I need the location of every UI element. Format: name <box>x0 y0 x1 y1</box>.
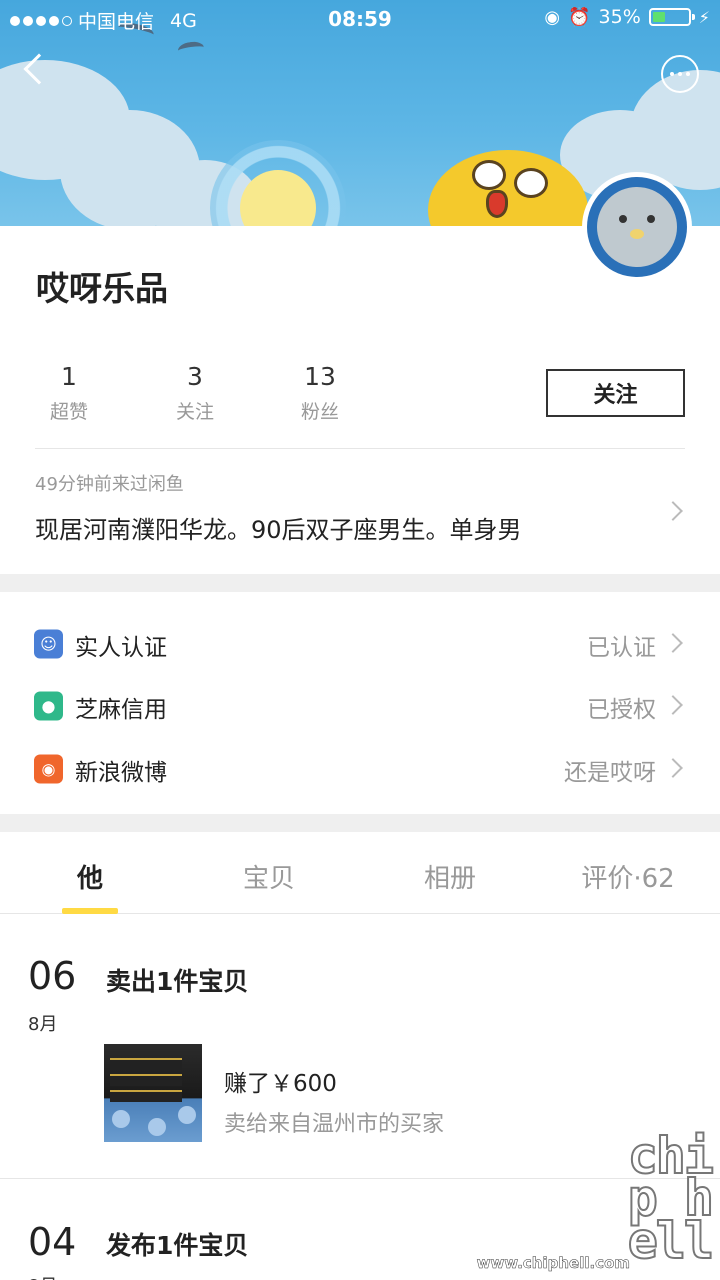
feed-month: 8月 <box>28 1272 57 1280</box>
list-item-label: 新浪微博 <box>75 760 167 786</box>
avatar[interactable] <box>582 172 692 282</box>
watermark-logo-text: chip hell <box>627 1126 715 1270</box>
rotation-lock-icon: ◉ <box>544 6 561 28</box>
list-item-sesame-credit[interactable]: ● 芝麻信用 已授权 <box>0 672 720 734</box>
tab-him[interactable]: 他 <box>20 858 160 895</box>
earned-amount[interactable]: 赚了￥600 <box>224 1064 337 1098</box>
tab-album[interactable]: 相册 <box>380 858 520 895</box>
bio-text[interactable]: 现居河南濮阳华龙。90后双子座男生。单身男 <box>35 510 522 545</box>
last-seen-text: 49分钟前来过闲鱼 <box>35 474 184 495</box>
chevron-right-icon <box>663 695 683 715</box>
stat-label: 粉丝 <box>300 401 339 423</box>
feed-month: 8月 <box>28 1014 58 1035</box>
stat-label: 超赞 <box>49 401 88 423</box>
profile-name: 哎呀乐品 <box>36 269 168 308</box>
active-tab-indicator <box>62 908 118 914</box>
verification-list: ☺ 实人认证 已认证 ● 芝麻信用 已授权 ◉ 新浪微博 还是哎呀 <box>0 592 720 814</box>
chevron-right-icon <box>663 633 683 653</box>
watermark-url: www.chiphell.com <box>476 1254 630 1273</box>
battery-percent: 35% <box>598 6 641 28</box>
status-bar: 中国电信 4G 08:59 ◉ ⏰ 35% ⚡ <box>0 0 720 38</box>
alarm-icon: ⏰ <box>568 6 591 28</box>
activity-feed: 06 卖出1件宝贝 8月 赚了￥600 卖给来自温州市的买家 04 发布1件宝贝… <box>0 914 720 1280</box>
divider <box>35 448 685 449</box>
stat-following[interactable]: 3 关注 <box>150 362 240 424</box>
feed-event-title: 卖出1件宝贝 <box>106 967 249 996</box>
profile-tabs: 他 宝贝 相册 评价·62 <box>0 832 720 914</box>
item-thumbnail[interactable] <box>104 1044 202 1142</box>
sesame-credit-icon: ● <box>34 691 63 721</box>
stat-super-likes[interactable]: 1 超赞 <box>24 362 114 424</box>
stat-value: 3 <box>187 362 203 391</box>
list-item-value: 已认证 <box>587 635 656 661</box>
list-item-value: 已授权 <box>587 697 656 723</box>
person-verify-icon: ☺ <box>34 629 63 659</box>
watermark-logo: chip hell <box>616 1126 715 1270</box>
list-item-value: 还是哎呀 <box>564 760 656 786</box>
tab-reviews[interactable]: 评价·62 <box>558 858 698 895</box>
feed-day: 06 <box>28 954 77 998</box>
divider <box>0 1178 720 1179</box>
list-item-label: 实人认证 <box>75 635 167 661</box>
tab-items[interactable]: 宝贝 <box>199 858 339 895</box>
stat-value: 1 <box>61 362 77 391</box>
battery-icon <box>648 8 695 26</box>
chevron-right-icon[interactable] <box>663 501 683 521</box>
feed-event-title: 发布1件宝贝 <box>106 1231 249 1260</box>
feed-day: 04 <box>28 1220 77 1264</box>
charging-icon: ⚡ <box>698 7 710 27</box>
list-item-label: 芝麻信用 <box>75 697 167 723</box>
stat-value: 13 <box>304 362 336 391</box>
list-item-weibo[interactable]: ◉ 新浪微博 还是哎呀 <box>0 735 720 797</box>
follow-button[interactable]: 关注 <box>546 369 685 417</box>
profile-card: 哎呀乐品 1 超赞 3 关注 13 粉丝 关注 49分钟前来过闲鱼 现居河南濮阳… <box>0 226 720 574</box>
list-item-real-name[interactable]: ☺ 实人认证 已认证 <box>0 610 720 672</box>
buyer-location: 卖给来自温州市的买家 <box>224 1112 445 1137</box>
stat-label: 关注 <box>175 401 214 423</box>
stat-followers[interactable]: 13 粉丝 <box>275 362 365 424</box>
more-options-icon[interactable] <box>661 55 699 93</box>
chevron-right-icon <box>663 758 683 778</box>
weibo-icon: ◉ <box>34 754 63 784</box>
